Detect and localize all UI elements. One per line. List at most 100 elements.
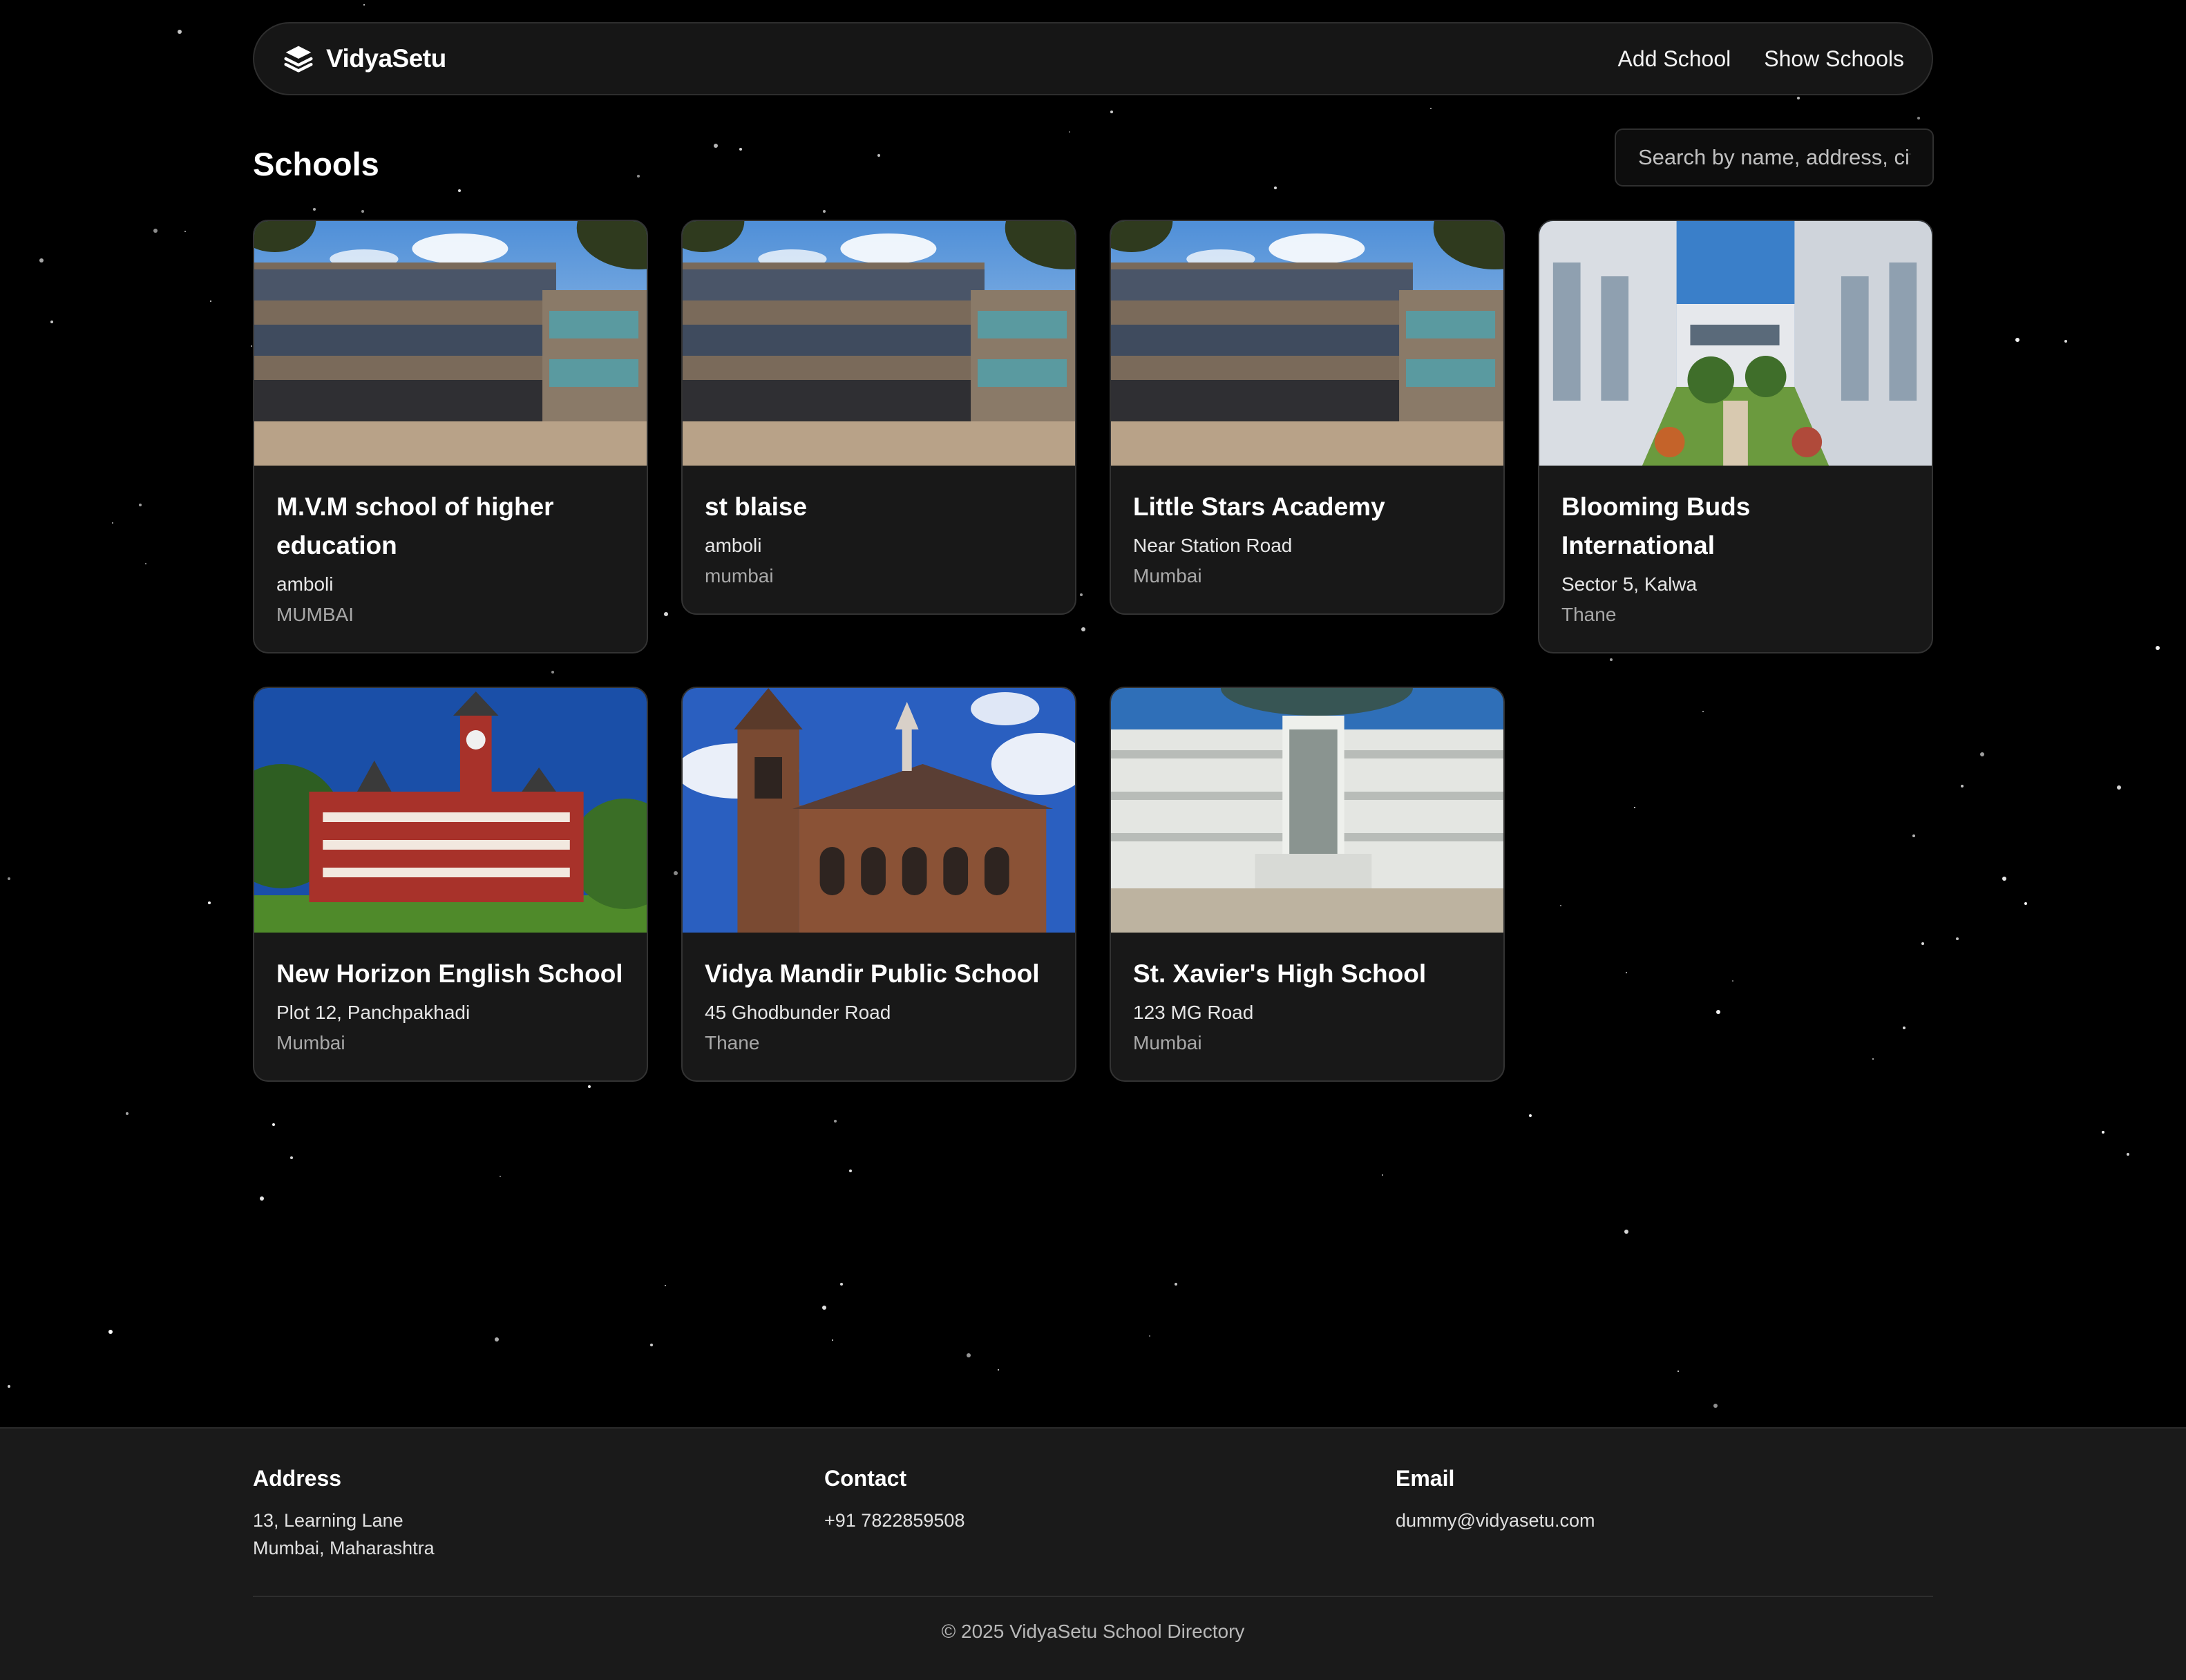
footer-phone[interactable]: +91 7822859508 <box>824 1507 964 1534</box>
star-dot <box>145 563 146 564</box>
school-address: 123 MG Road <box>1133 1002 1254 1023</box>
school-image <box>254 688 647 933</box>
footer-address-line2: Mumbai, Maharashtra <box>253 1538 435 1558</box>
star-dot <box>714 144 718 148</box>
star-dot <box>650 1344 653 1346</box>
school-address: Sector 5, Kalwa <box>1561 573 1698 595</box>
footer-contact: Contact +91 7822859508 <box>824 1466 964 1534</box>
star-dot <box>112 522 113 524</box>
star-dot <box>1961 785 1964 788</box>
footer-email-heading: Email <box>1396 1466 1455 1491</box>
footer-email: Email dummy@vidyasetu.com <box>1396 1466 1595 1534</box>
brand[interactable]: VidyaSetu <box>283 44 446 74</box>
school-city: mumbai <box>705 565 774 586</box>
school-image <box>1111 688 1503 933</box>
star-dot <box>588 1085 591 1088</box>
star-dot <box>50 321 53 323</box>
footer: Address 13, Learning Lane Mumbai, Mahara… <box>0 1427 2186 1680</box>
school-city: MUMBAI <box>276 604 354 625</box>
footer-email-link[interactable]: dummy@vidyasetu.com <box>1396 1507 1595 1534</box>
school-address: amboli <box>705 535 762 556</box>
star-dot <box>8 877 10 880</box>
star-dot <box>126 1112 129 1115</box>
school-card[interactable]: st blaise amboli mumbai <box>681 220 1076 615</box>
footer-address: Address 13, Learning Lane Mumbai, Mahara… <box>253 1466 435 1562</box>
star-dot <box>361 210 364 213</box>
school-card[interactable]: Blooming Buds International Sector 5, Ka… <box>1538 220 1933 653</box>
star-dot <box>1382 1174 1383 1176</box>
star-dot <box>834 1120 837 1123</box>
layers-icon <box>284 46 313 73</box>
school-name: Blooming Buds International <box>1561 493 1751 560</box>
star-dot <box>500 1176 501 1177</box>
star-dot <box>1274 187 1277 189</box>
star-dot <box>665 1285 666 1286</box>
star-dot <box>2002 877 2006 881</box>
school-name: New Horizon English School <box>276 960 623 988</box>
star-dot <box>823 210 826 213</box>
copyright: © 2025 VidyaSetu School Directory <box>941 1621 1245 1642</box>
star-dot <box>840 1283 843 1286</box>
star-dot <box>1713 1404 1718 1408</box>
nav-show-schools-link[interactable]: Show Schools <box>1764 46 1904 72</box>
school-card[interactable]: Vidya Mandir Public School 45 Ghodbunder… <box>681 687 1076 1082</box>
school-name: st blaise <box>705 493 808 521</box>
star-dot <box>1917 117 1920 120</box>
school-card[interactable]: Little Stars Academy Near Station Road M… <box>1110 220 1505 615</box>
star-dot <box>260 1196 264 1201</box>
star-dot <box>39 258 44 262</box>
navbar: VidyaSetu Add School Show Schools <box>253 22 1933 95</box>
star-dot <box>1430 108 1432 109</box>
star-dot <box>877 154 880 157</box>
star-dot <box>2117 785 2121 790</box>
star-dot <box>1175 1283 1177 1286</box>
star-dot <box>1980 752 1984 756</box>
school-address: amboli <box>276 573 334 595</box>
school-image <box>1539 221 1932 466</box>
star-dot <box>184 231 186 232</box>
school-address: Plot 12, Panchpakhadi <box>276 1002 471 1023</box>
school-name: St. Xavier's High School <box>1133 960 1427 988</box>
star-dot <box>2127 1153 2129 1156</box>
star-dot <box>2015 338 2019 342</box>
footer-address-line1: 13, Learning Lane <box>253 1510 403 1531</box>
star-dot <box>210 300 211 302</box>
footer-contact-heading: Contact <box>824 1466 907 1491</box>
footer-address-heading: Address <box>253 1466 342 1491</box>
nav-add-school-link[interactable]: Add School <box>1618 46 1731 72</box>
star-dot <box>8 1385 10 1388</box>
school-name: Little Stars Academy <box>1133 493 1385 521</box>
search-input[interactable] <box>1615 128 1934 187</box>
school-card[interactable]: St. Xavier's High School 123 MG Road Mum… <box>1110 687 1505 1082</box>
star-dot <box>272 1123 275 1126</box>
star-dot <box>208 901 211 904</box>
star-dot <box>967 1353 971 1357</box>
star-dot <box>2102 1131 2104 1134</box>
star-dot <box>1529 1114 1532 1117</box>
star-dot <box>739 148 742 151</box>
school-card[interactable]: M.V.M school of higher education amboli … <box>253 220 648 653</box>
star-dot <box>1956 937 1959 940</box>
page-title: Schools <box>253 146 379 182</box>
star-dot <box>153 229 158 233</box>
star-dot <box>1149 1335 1150 1337</box>
school-city: Thane <box>1561 604 1617 625</box>
school-city: Mumbai <box>1133 565 1202 586</box>
star-dot <box>495 1337 499 1342</box>
star-dot <box>1797 97 1800 99</box>
brand-name: VidyaSetu <box>326 44 446 73</box>
star-dot <box>2064 340 2067 343</box>
school-card[interactable]: New Horizon English School Plot 12, Panc… <box>253 687 648 1082</box>
footer-divider <box>253 1596 1933 1597</box>
school-image <box>683 688 1075 933</box>
school-image <box>254 221 647 466</box>
school-address: Near Station Road <box>1133 535 1293 556</box>
star-dot <box>251 345 252 347</box>
star-dot <box>2024 902 2027 905</box>
star-dot <box>1069 131 1070 133</box>
star-dot <box>1677 1371 1679 1372</box>
school-address: 45 Ghodbunder Road <box>705 1002 891 1023</box>
school-grid: M.V.M school of higher education amboli … <box>253 220 1933 1082</box>
star-dot <box>998 1369 999 1371</box>
star-dot <box>139 504 142 506</box>
